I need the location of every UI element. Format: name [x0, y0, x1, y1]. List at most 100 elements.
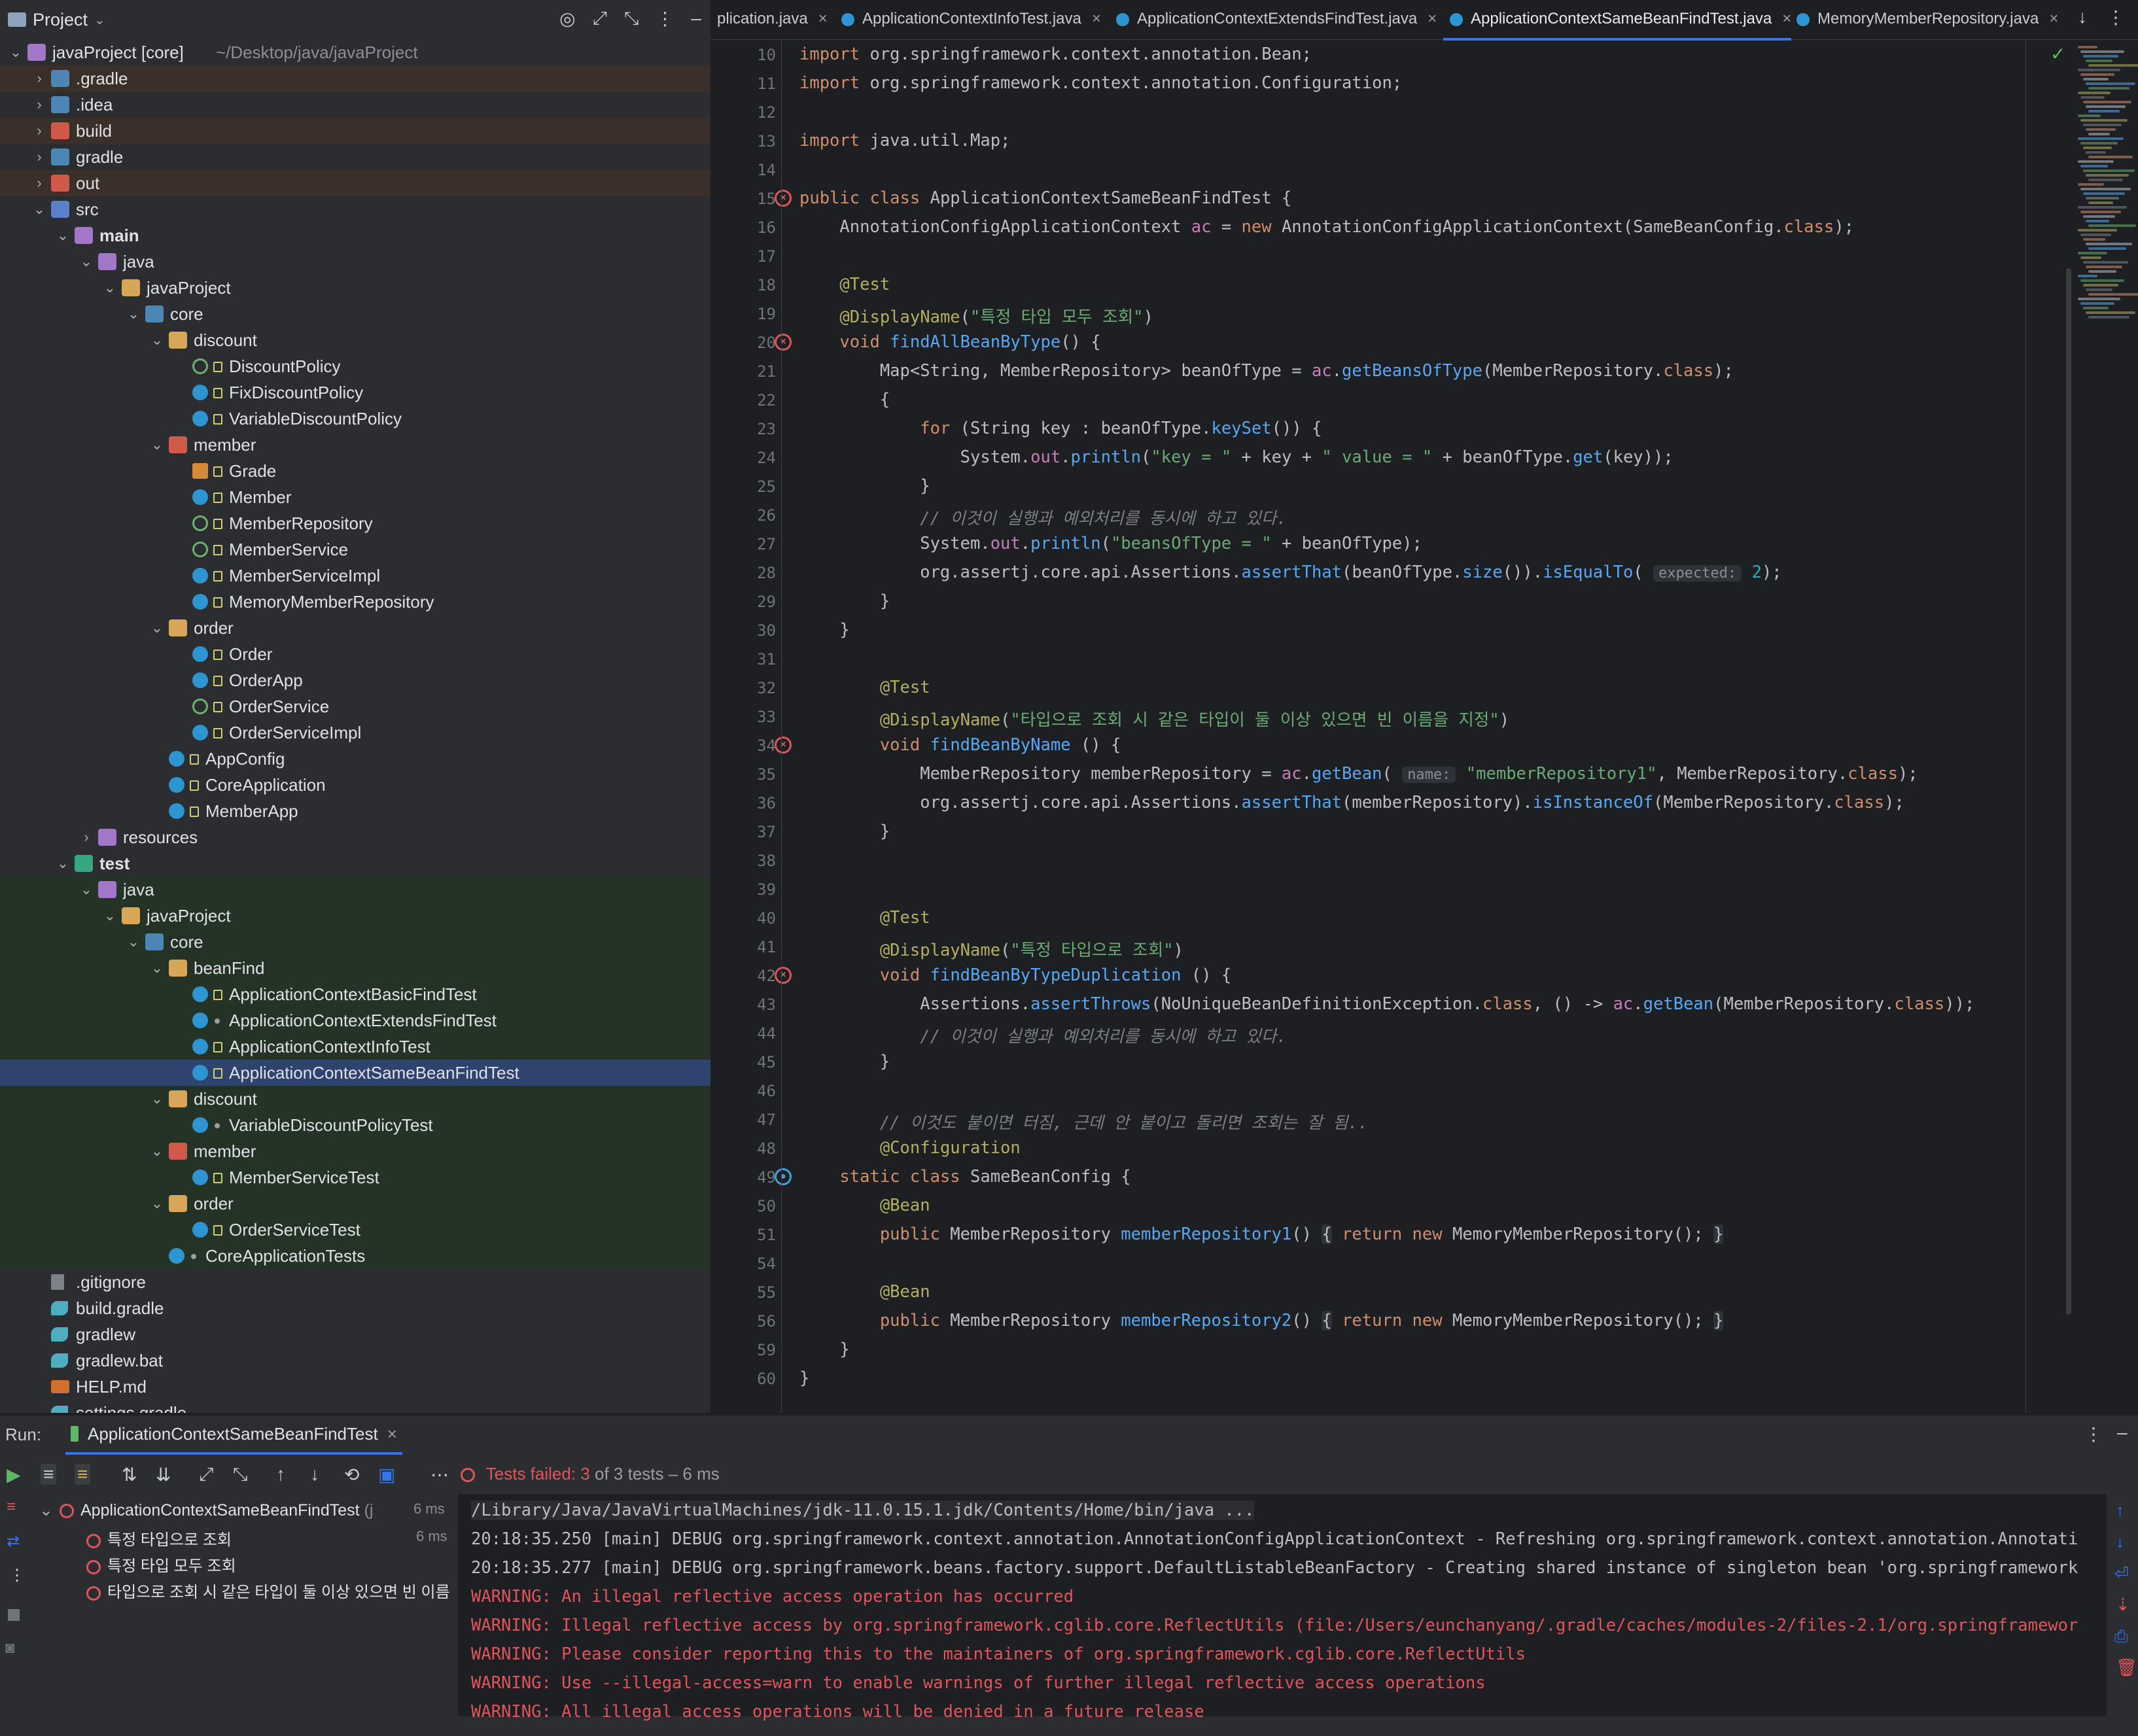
tree-item[interactable]: CoreApplication — [0, 772, 710, 798]
tree-item[interactable]: AppConfig — [0, 746, 710, 772]
tree-item[interactable]: › .idea — [0, 92, 710, 118]
tree-item[interactable]: VariableDiscountPolicy — [0, 406, 710, 432]
code-line[interactable]: MemberRepository memberRepository = ac.g… — [799, 764, 1918, 784]
chevron-right-icon[interactable]: › — [79, 824, 94, 850]
close-icon[interactable]: × — [2049, 10, 2058, 27]
print-icon[interactable]: ⎙ — [2114, 1626, 2128, 1647]
options-menu-icon[interactable]: ⋮ — [2084, 1423, 2103, 1445]
code-line[interactable]: for (String key : beanOfType.keySet()) { — [799, 419, 1322, 438]
tree-item[interactable]: ⌄ order — [0, 615, 710, 641]
code-line[interactable]: import org.springframework.context.annot… — [799, 44, 1312, 64]
minimap[interactable] — [2078, 46, 2138, 340]
editor-tab[interactable]: ApplicationContextExtendsFindTest.java × — [1110, 0, 1437, 38]
code-line[interactable]: public MemberRepository memberRepository… — [799, 1311, 1724, 1330]
close-icon[interactable]: × — [387, 1424, 397, 1444]
test-suite-row[interactable]: ⌄ ApplicationContextSameBeanFindTest (j — [39, 1501, 373, 1520]
chevron-down-icon[interactable]: ⌄ — [149, 1086, 165, 1112]
test-failed-gutter-icon[interactable]: × — [775, 967, 792, 984]
tree-item[interactable]: Order — [0, 641, 710, 667]
tree-item[interactable]: ⌄ member — [0, 432, 710, 458]
more-icon[interactable]: ⋯ — [430, 1464, 449, 1485]
tree-item[interactable]: ⌄ beanFind — [0, 955, 710, 981]
camera-icon[interactable]: ◙ — [5, 1639, 15, 1658]
tree-item[interactable]: › build — [0, 118, 710, 144]
history-icon[interactable]: ⟲ — [344, 1464, 359, 1485]
show-ignored-icon[interactable]: ≡ — [75, 1464, 91, 1485]
code-line[interactable]: void findBeanByTypeDuplication () { — [799, 965, 1231, 985]
tree-item[interactable]: .gitignore — [0, 1269, 710, 1295]
scroll-to-end-icon[interactable]: ⇣ — [2116, 1595, 2130, 1615]
tree-item[interactable]: ⌄ discount — [0, 1086, 710, 1112]
chevron-down-icon[interactable]: ⌄ — [79, 877, 94, 903]
editor-tab[interactable]: MemoryMemberRepository.java × — [1790, 0, 2058, 38]
code-line[interactable]: public class ApplicationContextSameBeanF… — [799, 188, 1291, 208]
test-case-row[interactable]: 특정 타입 모두 조회 — [86, 1553, 236, 1576]
tree-item[interactable]: ⌄ javaProject — [0, 275, 710, 301]
options-menu-icon[interactable]: ⋮ — [2107, 7, 2125, 28]
chevron-down-icon[interactable]: ⌄ — [149, 955, 165, 981]
chevron-down-icon[interactable]: ⌄ — [8, 39, 24, 65]
close-icon[interactable]: × — [818, 10, 828, 27]
tree-item[interactable]: ⌄ test — [0, 850, 710, 877]
code-line[interactable]: // 이것이 실행과 예외처리를 동시에 하고 있다. — [799, 505, 1286, 529]
code-line[interactable]: import org.springframework.context.annot… — [799, 73, 1402, 93]
code-line[interactable]: org.assertj.core.api.Assertions.assertTh… — [799, 793, 1904, 812]
console-output[interactable]: /Library/Java/JavaVirtualMachines/jdk-11… — [458, 1494, 2107, 1722]
tree-item[interactable]: ApplicationContextSameBeanFindTest — [0, 1060, 710, 1086]
tree-item[interactable]: ⌄ java — [0, 249, 710, 275]
editor-tab[interactable]: ApplicationContextInfoTest.java × — [835, 0, 1101, 38]
tree-item[interactable]: OrderServiceImpl — [0, 720, 710, 746]
sort-duration-icon[interactable]: ⇊ — [156, 1464, 171, 1485]
code-line[interactable]: @Bean — [799, 1282, 930, 1302]
chevron-down-icon[interactable]: ⌄ — [149, 432, 165, 458]
sort-alpha-icon[interactable]: ⇅ — [122, 1464, 137, 1485]
tree-item[interactable]: ⌄ core — [0, 301, 710, 327]
tree-item[interactable]: ⌄ order — [0, 1190, 710, 1217]
chevron-right-icon[interactable]: › — [31, 144, 47, 170]
collapse-all-icon[interactable]: ⤡ — [233, 1464, 247, 1485]
tree-item[interactable]: ApplicationContextInfoTest — [0, 1033, 710, 1060]
code-line[interactable]: org.assertj.core.api.Assertions.assertTh… — [799, 563, 1781, 582]
editor-scrollbar[interactable] — [2066, 268, 2071, 1315]
tree-item[interactable]: MemberRepository — [0, 510, 710, 536]
more-icon[interactable]: ⋮ — [9, 1566, 25, 1585]
bean-gutter-icon[interactable]: ● — [775, 1168, 792, 1185]
code-line[interactable]: public MemberRepository memberRepository… — [799, 1224, 1724, 1244]
scroll-down-icon[interactable]: ↓ — [2116, 1532, 2124, 1552]
chevron-down-icon[interactable]: ⌄ — [55, 222, 71, 249]
test-case-row[interactable]: 타입으로 조회 시 같은 타입이 둘 이상 있으면 빈 이름 — [86, 1579, 450, 1602]
code-line[interactable]: Assertions.assertThrows(NoUniqueBeanDefi… — [799, 994, 1974, 1014]
chevron-right-icon[interactable]: › — [31, 65, 47, 92]
tree-item[interactable]: DiscountPolicy — [0, 353, 710, 379]
chevron-down-icon[interactable]: ⌄ — [149, 1138, 165, 1164]
hide-panel-icon[interactable]: – — [691, 8, 701, 29]
arrow-down-icon[interactable]: ↓ — [2078, 7, 2087, 28]
expand-all-icon[interactable]: ⤢ — [593, 8, 607, 29]
code-line[interactable]: } — [799, 1368, 809, 1388]
code-line[interactable]: { — [799, 390, 890, 409]
locate-icon[interactable]: ◎ — [559, 8, 575, 29]
show-passed-icon[interactable]: ≡ — [41, 1464, 57, 1485]
export-icon[interactable]: ▣ — [378, 1464, 395, 1485]
tree-item[interactable]: MemberServiceImpl — [0, 563, 710, 589]
stop-square-icon[interactable] — [8, 1609, 20, 1621]
code-line[interactable]: System.out.println("key = " + key + " va… — [799, 447, 1674, 467]
code-line[interactable]: void findAllBeanByType() { — [799, 332, 1100, 352]
chevron-down-icon[interactable]: ⌄ — [126, 929, 141, 955]
chevron-down-icon[interactable]: ⌄ — [39, 1501, 53, 1519]
code-line[interactable]: System.out.println("beansOfType = " + be… — [799, 534, 1422, 553]
tree-item[interactable]: Member — [0, 484, 710, 510]
editor-tab[interactable]: ApplicationContextSameBeanFindTest.java × — [1443, 0, 1792, 41]
expand-all-icon[interactable]: ⤢ — [199, 1464, 213, 1485]
editor-tab[interactable]: plication.java × — [710, 0, 828, 38]
tree-item[interactable]: ApplicationContextBasicFindTest — [0, 981, 710, 1007]
tree-item[interactable]: ⌄ javaProject — [0, 903, 710, 929]
code-line[interactable]: @DisplayName("타입으로 조회 시 같은 타입이 둘 이상 있으면 … — [799, 706, 1509, 731]
code-line[interactable]: @Test — [799, 275, 890, 294]
code-line[interactable]: } — [799, 1340, 849, 1359]
stop-icon[interactable]: ≡ — [7, 1498, 16, 1516]
tree-item[interactable]: ⌄ javaProject [core] ~/Desktop/java/javaPr… — [0, 39, 710, 65]
code-line[interactable]: // 이것이 실행과 예외처리를 동시에 하고 있다. — [799, 1023, 1286, 1047]
trash-icon[interactable]: 🗑 — [2116, 1658, 2137, 1678]
chevron-down-icon[interactable]: ⌄ — [55, 850, 71, 877]
